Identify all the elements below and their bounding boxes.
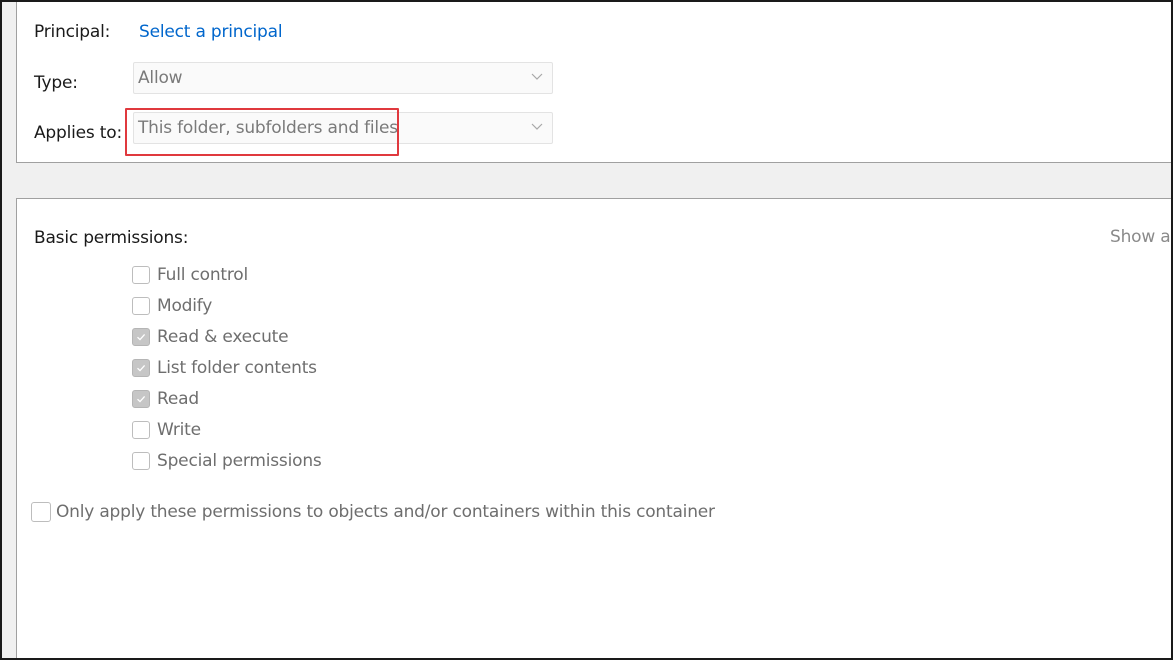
- perm-label: Write: [157, 420, 201, 440]
- checkmark-icon: [137, 395, 146, 403]
- checkmark-icon: [137, 364, 146, 372]
- chevron-down-icon: [531, 73, 543, 80]
- applies-to-dropdown-value: This folder, subfolders and files: [138, 118, 398, 138]
- perm-special-permissions[interactable]: Special permissions: [132, 449, 322, 473]
- only-apply-option[interactable]: Only apply these permissions to objects …: [31, 500, 715, 524]
- checkbox[interactable]: [132, 390, 150, 408]
- show-advanced-permissions-link[interactable]: Show ac: [1110, 227, 1173, 247]
- perm-write[interactable]: Write: [132, 418, 201, 442]
- type-label: Type:: [34, 73, 78, 93]
- perm-list-folder-contents[interactable]: List folder contents: [132, 356, 317, 380]
- select-principal-link[interactable]: Select a principal: [139, 22, 283, 42]
- chevron-down-icon: [531, 123, 543, 130]
- basic-permissions-heading: Basic permissions:: [34, 228, 189, 248]
- checkbox[interactable]: [132, 266, 150, 284]
- checkbox[interactable]: [132, 359, 150, 377]
- perm-read[interactable]: Read: [132, 387, 199, 411]
- type-dropdown[interactable]: Allow: [133, 62, 553, 94]
- applies-to-dropdown[interactable]: This folder, subfolders and files: [133, 112, 553, 144]
- checkbox[interactable]: [31, 502, 51, 522]
- perm-label: Full control: [157, 265, 249, 285]
- perm-label: List folder contents: [157, 358, 317, 378]
- perm-label: Special permissions: [157, 451, 322, 471]
- checkbox[interactable]: [132, 297, 150, 315]
- perm-modify[interactable]: Modify: [132, 294, 212, 318]
- only-apply-label: Only apply these permissions to objects …: [56, 502, 715, 522]
- checkmark-icon: [137, 333, 146, 341]
- applies-to-label: Applies to:: [34, 123, 122, 143]
- type-dropdown-value: Allow: [138, 68, 183, 88]
- perm-label: Read: [157, 389, 199, 409]
- checkbox[interactable]: [132, 421, 150, 439]
- perm-label: Modify: [157, 296, 213, 316]
- perm-label: Read & execute: [157, 327, 289, 347]
- perm-full-control[interactable]: Full control: [132, 263, 248, 287]
- checkbox[interactable]: [132, 328, 150, 346]
- checkbox[interactable]: [132, 452, 150, 470]
- perm-read-execute[interactable]: Read & execute: [132, 325, 289, 349]
- principal-label: Principal:: [34, 22, 111, 42]
